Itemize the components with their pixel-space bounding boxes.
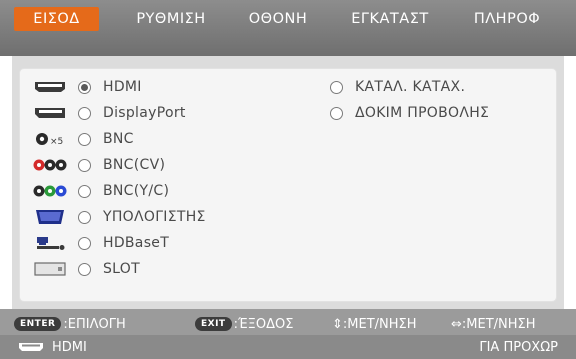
- bnc-yc-connectors-icon: [30, 181, 70, 201]
- current-input-label: HDMI: [52, 339, 87, 355]
- menu-footer: ENTER :ΕΠΙΛΟΓΗ EXIT :ΈΞΟΔΟΣ ⇕ :ΜΕΤ/ΝΗΣΗ …: [0, 309, 576, 359]
- input-option-slot[interactable]: SLOT: [30, 259, 140, 279]
- radio-computer[interactable]: [78, 210, 91, 224]
- tab-input[interactable]: ΕΙΣΟΔ: [14, 7, 99, 31]
- input-label-hdbaset: HDBaseT: [103, 235, 170, 251]
- svg-text:×5: ×5: [50, 137, 63, 147]
- radio-test-pattern[interactable]: [330, 106, 343, 120]
- current-input-icon: [18, 342, 44, 352]
- menu-tab-bar: ΕΙΣΟΔ ΡΥΘΜΙΣΗ ΟΘΟΝΗ ΕΓΚΑΤΑΣΤ ΠΛΗΡΟΦ: [0, 0, 576, 56]
- radio-bnc-cv[interactable]: [78, 158, 91, 172]
- tab-setup[interactable]: ΡΥΘΜΙΣΗ: [121, 7, 221, 31]
- tab-info[interactable]: ΠΛΗΡΟΦ: [457, 7, 557, 31]
- hint-exit: EXIT :ΈΞΟΔΟΣ: [195, 315, 293, 333]
- hint-left-right: ⇔ :ΜΕΤ/ΝΗΣΗ: [451, 315, 536, 333]
- input-label-displayport: DisplayPort: [103, 105, 186, 121]
- input-option-hdmi[interactable]: HDMI: [30, 77, 142, 97]
- enter-key-icon: ENTER: [14, 317, 62, 331]
- bnc-cv-connectors-icon: [30, 155, 70, 175]
- radio-bnc[interactable]: [78, 132, 91, 146]
- radio-slot[interactable]: [78, 262, 91, 276]
- up-down-arrow-icon: ⇕: [332, 316, 343, 332]
- input-label-bnc-yc: BNC(Y/C): [103, 183, 170, 199]
- radio-bnc-yc[interactable]: [78, 184, 91, 198]
- input-list-frame: HDMI DisplayPort ×5 BNC BNC(CV) BNC(Y/C)…: [19, 68, 557, 302]
- computer-vga-connector-icon: [30, 207, 70, 227]
- hint-text-left-right: :ΜΕΤ/ΝΗΣΗ: [461, 316, 536, 332]
- option-label-entry-list: ΚΑΤΑΛ. ΚΑΤΑΧ.: [355, 79, 466, 95]
- radio-displayport[interactable]: [78, 106, 91, 120]
- left-right-arrow-icon: ⇔: [451, 316, 462, 332]
- hint-enter-select: ENTER :ΕΠΙΛΟΓΗ: [14, 315, 126, 333]
- hint-up-down: ⇕ :ΜΕΤ/ΝΗΣΗ: [332, 315, 417, 333]
- tab-installation[interactable]: ΕΓΚΑΤΑΣΤ: [335, 7, 445, 31]
- slot-card-icon: [30, 259, 70, 279]
- advanced-mode-label[interactable]: ΓΙΑ ΠΡΟΧΩΡ: [479, 340, 558, 355]
- input-label-computer: ΥΠΟΛΟΓΙΣΤΗΣ: [103, 209, 206, 225]
- input-label-bnc: BNC: [103, 131, 134, 147]
- option-test-pattern[interactable]: ΔΟΚΙΜ ΠΡΟΒΟΛΗΣ: [330, 103, 489, 123]
- exit-key-icon: EXIT: [195, 317, 232, 331]
- radio-hdmi[interactable]: [78, 80, 91, 94]
- input-option-bnc[interactable]: ×5 BNC: [30, 129, 134, 149]
- hint-text-select: :ΕΠΙΛΟΓΗ: [63, 316, 126, 332]
- radio-hdbaset[interactable]: [78, 236, 91, 250]
- radio-entry-list[interactable]: [330, 80, 343, 94]
- input-option-hdbaset[interactable]: HDBaseT: [30, 233, 169, 253]
- input-label-hdmi: HDMI: [103, 79, 142, 95]
- hdbaset-network-icon: [30, 233, 70, 253]
- input-label-slot: SLOT: [103, 261, 140, 277]
- projector-osd-menu: ΕΙΣΟΔ ΡΥΘΜΙΣΗ ΟΘΟΝΗ ΕΓΚΑΤΑΣΤ ΠΛΗΡΟΦ HDMI: [0, 0, 576, 359]
- option-label-test-pattern: ΔΟΚΙΜ ΠΡΟΒΟΛΗΣ: [355, 105, 490, 121]
- input-label-bnc-cv: BNC(CV): [103, 157, 166, 173]
- input-option-bnc-cv[interactable]: BNC(CV): [30, 155, 165, 175]
- hint-text-up-down: :ΜΕΤ/ΝΗΣΗ: [342, 316, 417, 332]
- input-option-displayport[interactable]: DisplayPort: [30, 103, 186, 123]
- status-bar: HDMI ΓΙΑ ΠΡΟΧΩΡ: [0, 335, 576, 359]
- option-entry-list[interactable]: ΚΑΤΑΛ. ΚΑΤΑΧ.: [330, 77, 465, 97]
- input-option-bnc-yc[interactable]: BNC(Y/C): [30, 181, 169, 201]
- hdmi-connector-icon: [30, 77, 70, 97]
- displayport-connector-icon: [30, 103, 70, 123]
- input-option-computer[interactable]: ΥΠΟΛΟΓΙΣΤΗΣ: [30, 207, 206, 227]
- tab-display[interactable]: ΟΘΟΝΗ: [238, 7, 318, 31]
- input-panel: HDMI DisplayPort ×5 BNC BNC(CV) BNC(Y/C)…: [12, 56, 564, 309]
- bnc-connector-x5-icon: ×5: [30, 129, 70, 149]
- hint-text-exit: :ΈΞΟΔΟΣ: [233, 316, 294, 332]
